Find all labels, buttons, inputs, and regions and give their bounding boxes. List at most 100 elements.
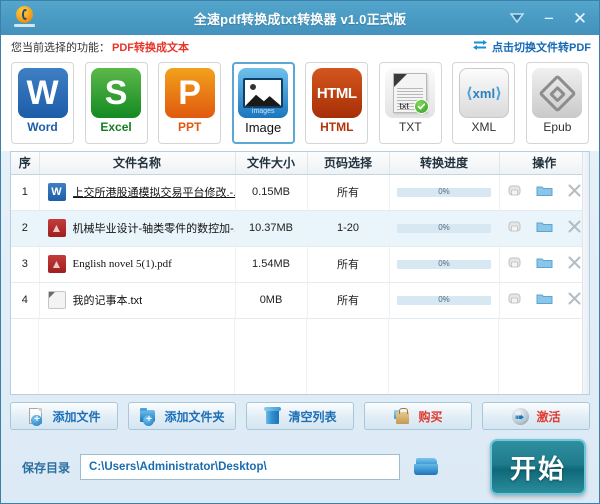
table-row[interactable]: 1 W 上交所港股通模拟交易平台修改.-.doc 0.15MB 所有 0%	[11, 174, 589, 210]
format-label-epub: Epub	[543, 120, 571, 134]
preview-icon[interactable]	[507, 292, 522, 308]
close-icon[interactable]	[567, 183, 582, 201]
txt-file-icon	[48, 291, 66, 309]
save-directory-input[interactable]: C:\Users\Administrator\Desktop\	[80, 454, 400, 480]
row-pages[interactable]: 所有	[307, 174, 389, 210]
row-index: 4	[11, 282, 39, 318]
table-row[interactable]: 3 ▲ English novel 5(1).pdf 1.54MB 所有 0%	[11, 246, 589, 282]
shopping-bag-icon	[393, 407, 412, 426]
row-index: 3	[11, 246, 39, 282]
switch-mode-link[interactable]: 点击切换文件转PDF	[472, 38, 591, 56]
close-icon[interactable]	[567, 219, 582, 237]
start-button[interactable]: 开始	[490, 439, 586, 495]
column-header-filesize: 文件大小	[235, 152, 307, 174]
format-label-word: Word	[27, 120, 57, 134]
row-filesize: 0MB	[235, 282, 307, 318]
row-filename: 我的记事本.txt	[73, 292, 143, 308]
progress-label: 0%	[397, 222, 491, 234]
progress-bar: 0%	[397, 260, 491, 269]
row-index: 1	[11, 174, 39, 210]
close-icon[interactable]	[567, 255, 582, 273]
format-button-image[interactable]: images Image	[232, 62, 295, 144]
clear-list-label: 清空列表	[288, 408, 336, 425]
folder-icon[interactable]	[536, 292, 553, 308]
format-label-html: HTML	[320, 120, 353, 134]
row-progress-cell: 0%	[389, 246, 499, 282]
format-button-txt[interactable]: txt TXT	[379, 62, 442, 144]
preview-icon[interactable]	[507, 220, 522, 236]
format-button-excel[interactable]: S Excel	[85, 62, 148, 144]
format-button-epub[interactable]: Epub	[526, 62, 589, 144]
function-value: PDF转换成文本	[112, 39, 189, 55]
excel-icon: S	[91, 68, 141, 118]
format-label-excel: Excel	[100, 120, 131, 134]
row-pages[interactable]: 所有	[307, 282, 389, 318]
format-label-xml: XML	[472, 120, 497, 134]
purchase-button[interactable]: 购买	[364, 402, 472, 430]
add-folder-button[interactable]: + 添加文件夹	[128, 402, 236, 430]
column-header-filename: 文件名称	[39, 152, 235, 174]
window-controls: − ✕	[509, 10, 589, 27]
add-file-button[interactable]: + 添加文件	[10, 402, 118, 430]
row-filesize: 10.37MB	[235, 210, 307, 246]
save-directory-path: C:\Users\Administrator\Desktop\	[89, 461, 267, 473]
add-file-label: 添加文件	[52, 408, 100, 425]
function-label: 您当前选择的功能：	[11, 39, 110, 55]
chevron-down-icon[interactable]	[509, 12, 527, 24]
function-bar: 您当前选择的功能： PDF转换成文本 点击切换文件转PDF	[1, 35, 599, 59]
column-header-progress: 转换进度	[389, 152, 499, 174]
add-folder-label: 添加文件夹	[164, 408, 224, 425]
action-button-row: + 添加文件 + 添加文件夹 清空列表 购买 ➠ 激活	[1, 395, 599, 437]
column-header-pages: 页码选择	[307, 152, 389, 174]
table-row[interactable]: 2 ▲ 机械毕业设计-轴类零件的数控加-.pdf 10.37MB 1-20 0%	[11, 210, 589, 246]
progress-label: 0%	[397, 186, 491, 198]
format-label-image: Image	[245, 120, 281, 135]
folder-icon[interactable]	[536, 220, 553, 236]
format-button-word[interactable]: W Word	[11, 62, 74, 144]
row-filename-cell: ▲ 机械毕业设计-轴类零件的数控加-.pdf	[39, 210, 235, 246]
row-filename-cell: ▲ English novel 5(1).pdf	[39, 246, 235, 282]
format-button-ppt[interactable]: P PPT	[158, 62, 221, 144]
activate-label: 激活	[536, 408, 560, 425]
selected-check-icon	[414, 99, 429, 114]
clear-list-button[interactable]: 清空列表	[246, 402, 354, 430]
close-icon[interactable]	[567, 291, 582, 309]
format-button-xml[interactable]: ⟨xml⟩ XML	[452, 62, 515, 144]
html-icon: HTML	[312, 68, 362, 118]
activate-button[interactable]: ➠ 激活	[482, 402, 590, 430]
format-toolbar: W Word S Excel P PPT images Image HTML H…	[1, 59, 599, 151]
table-row[interactable]: 4 我的记事本.txt 0MB 所有 0%	[11, 282, 589, 318]
row-pages[interactable]: 1-20	[307, 210, 389, 246]
progress-bar: 0%	[397, 188, 491, 197]
folder-icon[interactable]	[536, 184, 553, 200]
application-window: 全速pdf转换成txt转换器 v1.0正式版 − ✕ 您当前选择的功能： PDF…	[0, 0, 600, 504]
row-filesize: 1.54MB	[235, 246, 307, 282]
row-progress-cell: 0%	[389, 210, 499, 246]
format-button-html[interactable]: HTML HTML	[305, 62, 368, 144]
column-header-index: 序	[11, 152, 39, 174]
table-scrollbar[interactable]	[582, 152, 589, 394]
table-empty-area	[11, 319, 589, 395]
row-filename: English novel 5(1).pdf	[73, 258, 172, 270]
image-icon: images	[238, 68, 288, 118]
preview-icon[interactable]	[507, 184, 522, 200]
close-button[interactable]: ✕	[571, 10, 589, 27]
column-header-actions: 操作	[499, 152, 589, 174]
switch-mode-label: 点击切换文件转PDF	[492, 39, 591, 55]
activate-arrow-icon: ➠	[511, 407, 530, 426]
folder-icon[interactable]	[536, 256, 553, 272]
minimize-button[interactable]: −	[540, 10, 558, 27]
format-label-ppt: PPT	[178, 120, 201, 134]
txt-icon: txt	[385, 68, 435, 118]
progress-label: 0%	[397, 258, 491, 270]
row-index: 2	[11, 210, 39, 246]
row-progress-cell: 0%	[389, 174, 499, 210]
save-directory-label: 保存目录	[22, 459, 70, 476]
pdf-file-icon: ▲	[48, 255, 66, 273]
row-actions-cell	[499, 282, 589, 318]
row-pages[interactable]: 所有	[307, 246, 389, 282]
start-button-label: 开始	[510, 449, 566, 486]
browse-folder-icon[interactable]	[414, 456, 440, 478]
preview-icon[interactable]	[507, 256, 522, 272]
table-header-row: 序 文件名称 文件大小 页码选择 转换进度 操作	[11, 152, 589, 174]
